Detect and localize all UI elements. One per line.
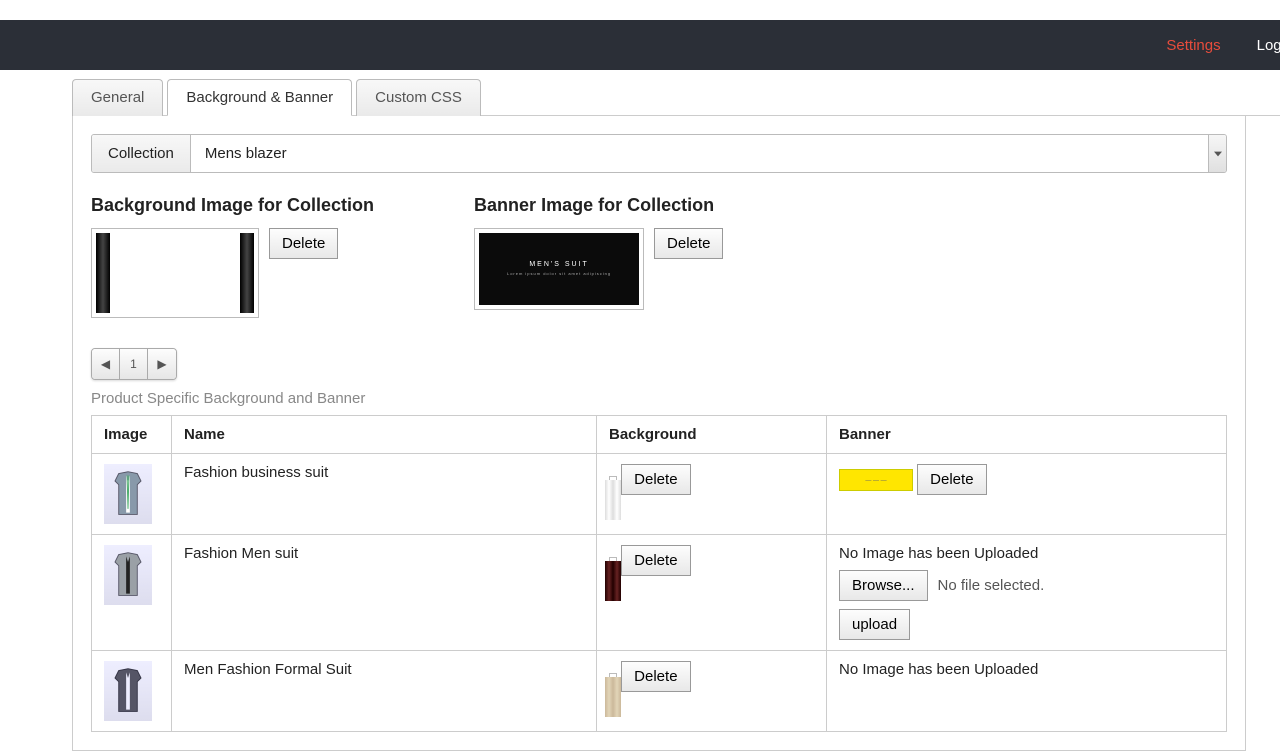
tab-background-banner[interactable]: Background & Banner bbox=[167, 79, 352, 116]
pager-prev-button[interactable]: ◀ bbox=[92, 349, 120, 379]
collection-select[interactable]: Mens blazer bbox=[191, 135, 1226, 172]
table-row: Fashion business suit Delete — — — Delet… bbox=[92, 454, 1227, 535]
pager-page-button[interactable]: 1 bbox=[120, 349, 148, 379]
no-image-text: No Image has been Uploaded bbox=[839, 545, 1214, 562]
banner-image-section: Banner Image for Collection MEN'S SUIT L… bbox=[474, 195, 723, 318]
product-table: Image Name Background Banner Fashion bus… bbox=[91, 415, 1227, 732]
banner-delete-button[interactable]: Delete bbox=[654, 228, 723, 259]
row-background-delete-button[interactable]: Delete bbox=[621, 464, 690, 495]
product-thumbnail bbox=[104, 661, 152, 721]
background-image-thumbnail bbox=[91, 228, 259, 318]
background-delete-button[interactable]: Delete bbox=[269, 228, 338, 259]
banner-image-title: Banner Image for Collection bbox=[474, 195, 723, 216]
tab-custom-css[interactable]: Custom CSS bbox=[356, 79, 481, 116]
th-background: Background bbox=[597, 416, 827, 454]
collection-selector: Collection Mens blazer bbox=[91, 134, 1227, 173]
table-row: Men Fashion Formal Suit Delete No Image … bbox=[92, 651, 1227, 732]
background-image-title: Background Image for Collection bbox=[91, 195, 374, 216]
row-background-thumbnail bbox=[609, 476, 617, 484]
tabs: General Background & Banner Custom CSS bbox=[72, 78, 1280, 116]
product-name: Fashion business suit bbox=[172, 454, 597, 535]
product-thumbnail bbox=[104, 464, 152, 524]
background-image-section: Background Image for Collection Delete bbox=[91, 195, 374, 318]
settings-link[interactable]: Settings bbox=[1166, 37, 1220, 54]
collection-dropdown-icon[interactable] bbox=[1208, 135, 1226, 172]
table-row: Fashion Men suit Delete No Image has bee… bbox=[92, 535, 1227, 651]
product-thumbnail bbox=[104, 545, 152, 605]
product-name: Fashion Men suit bbox=[172, 535, 597, 651]
top-nav: Settings Logo bbox=[0, 20, 1280, 70]
th-banner: Banner bbox=[827, 416, 1227, 454]
no-image-text: No Image has been Uploaded bbox=[839, 661, 1214, 678]
row-background-thumbnail bbox=[609, 557, 617, 565]
upload-button[interactable]: upload bbox=[839, 609, 910, 640]
no-file-text: No file selected. bbox=[938, 577, 1045, 594]
pagination: ◀ 1 ▶ bbox=[91, 348, 177, 380]
banner-image-thumbnail: MEN'S SUIT Lorem ipsum dolor sit amet ad… bbox=[474, 228, 644, 310]
product-table-subtitle: Product Specific Background and Banner bbox=[91, 390, 1227, 407]
row-background-delete-button[interactable]: Delete bbox=[621, 545, 690, 576]
collection-label: Collection bbox=[92, 135, 191, 172]
browse-button[interactable]: Browse... bbox=[839, 570, 928, 601]
logo-link[interactable]: Logo bbox=[1257, 37, 1280, 54]
th-image: Image bbox=[92, 416, 172, 454]
pager-next-button[interactable]: ▶ bbox=[148, 349, 176, 379]
row-banner-thumbnail: — — — bbox=[839, 469, 913, 491]
row-banner-delete-button[interactable]: Delete bbox=[917, 464, 986, 495]
collection-selected-value: Mens blazer bbox=[191, 135, 1208, 172]
row-background-thumbnail bbox=[609, 673, 617, 681]
panel-background-banner: Collection Mens blazer Background Image … bbox=[72, 116, 1246, 751]
row-background-delete-button[interactable]: Delete bbox=[621, 661, 690, 692]
th-name: Name bbox=[172, 416, 597, 454]
product-name: Men Fashion Formal Suit bbox=[172, 651, 597, 732]
tab-general[interactable]: General bbox=[72, 79, 163, 116]
